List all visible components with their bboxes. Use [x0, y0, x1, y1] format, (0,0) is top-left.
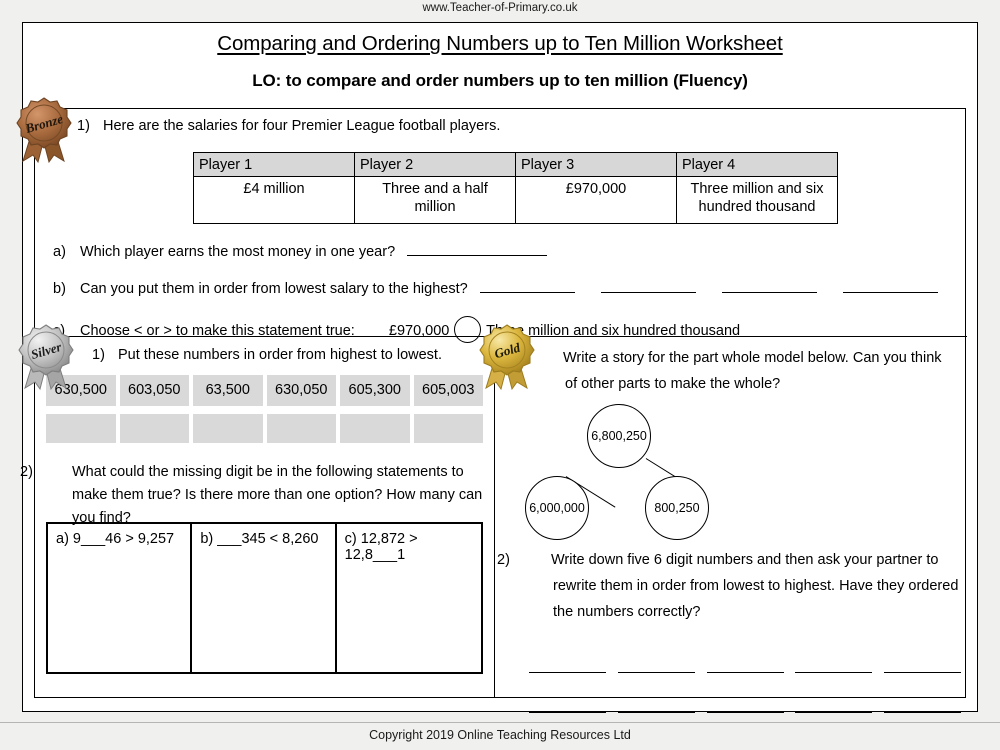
learning-objective: LO: to compare and order numbers up to t…: [252, 71, 748, 90]
gold-answer-lines-row-1: [529, 671, 961, 673]
gold-answer-lines-row-2: [529, 711, 961, 713]
silver-q2-text: What could the missing digit be in the f…: [72, 464, 483, 526]
gold-q2-number: 2): [497, 552, 510, 568]
part-whole-model: 6,800,250 6,000,000 800,250: [515, 404, 735, 549]
gold-badge-icon: Gold: [476, 322, 538, 392]
answer-blank[interactable]: [884, 671, 961, 673]
digit-statement-box[interactable]: b) ___345 < 8,260: [192, 524, 337, 672]
footer-divider: [0, 722, 1000, 723]
table-row: £4 million Three and a half million £970…: [193, 176, 838, 224]
gold-q1-number: 1): [509, 345, 563, 371]
silver-q1-text: Put these numbers in order from highest …: [118, 347, 442, 363]
worksheet-page: www.Teacher-of-Primary.co.uk Comparing a…: [0, 0, 1000, 750]
answer-blank[interactable]: [795, 711, 873, 713]
digit-statement-box[interactable]: a) 9___46 > 9,257: [48, 524, 193, 672]
digit-statement-box[interactable]: c) 12,872 > 12,8___1: [337, 524, 481, 672]
bronze-sub-question-b: b) Can you put them in order from lowest …: [53, 279, 938, 297]
answer-tile[interactable]: [340, 414, 410, 443]
part-whole-whole-circle: 6,800,250: [587, 404, 651, 468]
part-whole-part-right-circle: 800,250: [645, 476, 709, 540]
silver-answer-grid: [46, 414, 483, 443]
bronze-badge-icon: Bronze: [13, 95, 75, 165]
page-title: Comparing and Ordering Numbers up to Ten…: [217, 32, 783, 55]
answer-blank[interactable]: [407, 242, 548, 256]
gold-question-2: 2) Write down five 6 digit numbers and th…: [497, 547, 965, 625]
answer-blank[interactable]: [706, 671, 784, 673]
answer-blank[interactable]: [884, 711, 961, 713]
table-header-row: Player 1 Player 2 Player 3 Player 4: [193, 152, 838, 177]
bronze-sub-b-label: b): [53, 281, 66, 297]
comparison-left-value: £970,000: [388, 323, 450, 339]
answer-blank[interactable]: [529, 711, 606, 713]
answer-tile[interactable]: [413, 414, 483, 443]
table-cell: £970,000: [515, 176, 677, 224]
answer-blank[interactable]: [600, 279, 696, 293]
bronze-q1-text: Here are the salaries for four Premier L…: [103, 118, 501, 134]
answer-tile[interactable]: [46, 414, 116, 443]
silver-q2-number: 2): [20, 464, 33, 480]
bronze-question-1: 1) Here are the salaries for four Premier…: [77, 118, 500, 134]
silver-digit-statement-boxes: a) 9___46 > 9,257 b) ___345 < 8,260 c) 1…: [46, 522, 483, 674]
bronze-sub-question-c: c)Choose < or > to make this statement t…: [53, 316, 740, 343]
silver-question-1: 1) Put these numbers in order from highes…: [92, 347, 442, 363]
site-url: www.Teacher-of-Primary.co.uk: [422, 2, 578, 14]
answer-blank[interactable]: [721, 279, 817, 293]
silver-q1-number: 1): [92, 347, 105, 363]
salary-table: Player 1 Player 2 Player 3 Player 4 £4 m…: [193, 152, 838, 224]
copyright-text: Copyright 2019 Online Teaching Resources…: [369, 728, 631, 742]
number-tile: 63,500: [193, 375, 263, 406]
gold-q1-text: Write a story for the part whole model b…: [563, 350, 942, 392]
table-header-cell: Player 1: [193, 152, 355, 177]
table-header-cell: Player 3: [515, 152, 677, 177]
answer-blank[interactable]: [617, 671, 695, 673]
table-cell: Three and a half million: [354, 176, 516, 224]
answer-tile[interactable]: [193, 414, 263, 443]
answer-blank[interactable]: [479, 279, 575, 293]
questions-frame: Bronze 1) Here are the salaries for four …: [16, 97, 967, 713]
table-cell: Three million and six hundred thousand: [676, 176, 838, 224]
answer-blank[interactable]: [706, 711, 784, 713]
table-cell: £4 million: [193, 176, 355, 224]
silver-number-grid: 630,500 603,050 63,500 630,050 605,300 6…: [46, 375, 483, 406]
answer-blank[interactable]: [529, 671, 606, 673]
worksheet-sheet: Comparing and Ordering Numbers up to Ten…: [16, 22, 978, 713]
answer-blank[interactable]: [795, 671, 873, 673]
gold-question-1: 1)Write a story for the part whole model…: [509, 345, 957, 397]
number-tile: 605,003: [413, 375, 483, 406]
table-header-cell: Player 2: [354, 152, 516, 177]
answer-blank[interactable]: [617, 711, 695, 713]
number-tile: 605,300: [340, 375, 410, 406]
silver-badge-icon: Silver: [15, 322, 77, 392]
number-tile: 630,050: [266, 375, 336, 406]
bronze-sub-b-text: Can you put them in order from lowest sa…: [80, 281, 468, 297]
title-block: Comparing and Ordering Numbers up to Ten…: [23, 23, 977, 91]
bronze-sub-c-text: Choose < or > to make this statement tru…: [80, 323, 355, 339]
gold-q2-text: Write down five 6 digit numbers and then…: [551, 552, 959, 620]
bronze-sub-a-label: a): [53, 244, 66, 260]
bronze-q1-number: 1): [77, 118, 90, 134]
table-header-cell: Player 4: [676, 152, 838, 177]
answer-tile[interactable]: [119, 414, 189, 443]
silver-question-2: 2) What could the missing digit be in the…: [20, 461, 486, 530]
answer-tile[interactable]: [266, 414, 336, 443]
bronze-sub-a-text: Which player earns the most money in one…: [80, 244, 396, 260]
number-tile: 603,050: [119, 375, 189, 406]
part-whole-part-left-circle: 6,000,000: [525, 476, 589, 540]
answer-blank[interactable]: [842, 279, 938, 293]
bronze-sub-question-a: a) Which player earns the most money in o…: [53, 242, 548, 260]
